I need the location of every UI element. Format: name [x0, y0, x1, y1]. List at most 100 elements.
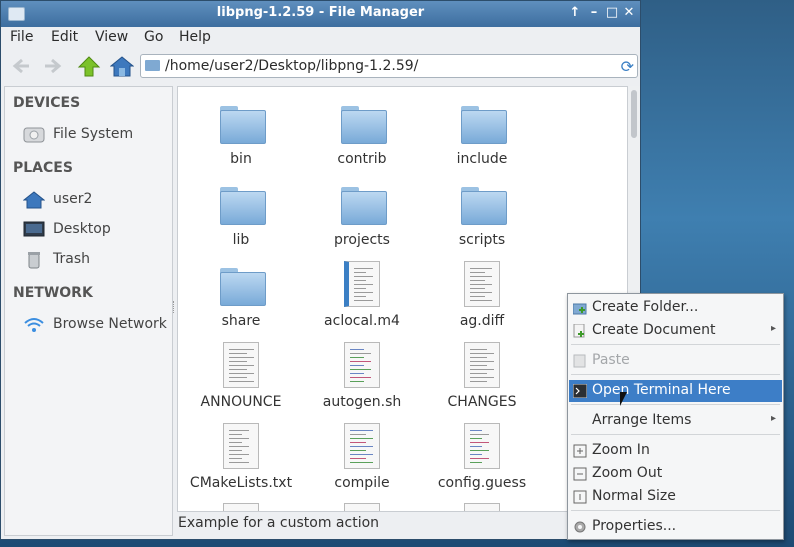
- submenu-arrow-icon: ▸: [770, 413, 776, 424]
- sidebar-item-user2[interactable]: user2: [22, 189, 171, 211]
- file-name: scripts: [458, 232, 506, 248]
- context-menu-label: Zoom Out: [592, 465, 663, 481]
- file-item[interactable]: autogen.sh: [302, 340, 422, 416]
- file-item[interactable]: CMakeLists.txt: [181, 421, 301, 497]
- context-menu-item-create-document[interactable]: Create Document ▸: [569, 320, 782, 342]
- folder-icon: [341, 187, 387, 225]
- menu-separator: [571, 510, 780, 511]
- menu-separator: [571, 434, 780, 435]
- text-file-icon: [344, 503, 380, 511]
- back-arrow-icon[interactable]: [9, 55, 33, 77]
- context-menu-item-arrange-items[interactable]: Arrange Items ▸: [569, 410, 782, 432]
- file-item[interactable]: CHANGES: [422, 340, 542, 416]
- text-file-icon: [464, 503, 500, 511]
- context-menu-label: Properties...: [592, 518, 677, 534]
- sidebar-item-file-system[interactable]: File System: [23, 124, 171, 146]
- window-maximize-button[interactable]: □: [604, 5, 620, 21]
- new-folder-icon: [572, 301, 587, 315]
- context-menu: Create Folder... Create Document ▸ Paste Ope…: [567, 293, 784, 540]
- file-item[interactable]: contrib: [302, 97, 422, 173]
- sidebar-heading-places: PLACES: [13, 160, 73, 176]
- folder-icon: [145, 60, 160, 71]
- file-view[interactable]: bin contrib include lib projects scripts share…: [177, 86, 628, 512]
- file-name: lib: [232, 232, 250, 248]
- submenu-arrow-icon: ▸: [770, 323, 776, 334]
- file-name: ag.diff: [459, 313, 505, 329]
- script-file-icon: [344, 423, 380, 469]
- mouse-pointer: [620, 392, 627, 406]
- menu-file[interactable]: File: [10, 29, 33, 45]
- menu-edit[interactable]: Edit: [51, 29, 78, 45]
- desktop-icon: [23, 221, 45, 239]
- file-name: include: [456, 151, 508, 167]
- location-path: /home/user2/Desktop/libpng-1.2.59/: [165, 58, 419, 74]
- reload-icon[interactable]: ⟳: [621, 57, 634, 76]
- status-text: Example for a custom action: [178, 515, 380, 531]
- file-item[interactable]: projects: [302, 178, 422, 254]
- location-bar[interactable]: /home/user2/Desktop/libpng-1.2.59/ ⟳: [140, 54, 638, 78]
- context-menu-item-paste[interactable]: Paste: [569, 350, 782, 372]
- trash-icon: [23, 251, 45, 269]
- sidebar-heading-network: NETWORK: [13, 285, 93, 301]
- context-menu-item-properties[interactable]: Properties...: [569, 516, 782, 538]
- file-item[interactable]: bin: [181, 97, 301, 173]
- text-file-icon: [223, 503, 259, 511]
- context-menu-label: Open Terminal Here: [592, 382, 731, 398]
- file-name: CMakeLists.txt: [189, 475, 293, 491]
- file-item[interactable]: compile: [302, 421, 422, 497]
- file-name: ANNOUNCE: [200, 394, 282, 410]
- folder-icon: [220, 268, 266, 306]
- context-menu-item-zoom-in[interactable]: Zoom In: [569, 440, 782, 462]
- menu-separator: [571, 404, 780, 405]
- folder-icon: [461, 187, 507, 225]
- normal-size-icon: [573, 490, 587, 504]
- menu-go[interactable]: Go: [144, 29, 163, 45]
- file-item[interactable]: ag.diff: [422, 259, 542, 335]
- wifi-icon: [23, 316, 45, 334]
- scrollbar-thumb[interactable]: [631, 90, 637, 138]
- menu-help[interactable]: Help: [179, 29, 211, 45]
- file-name: bin: [230, 151, 252, 167]
- file-manager-window: libpng-1.2.59 - File Manager ↑ – □ ✕ Fil…: [0, 0, 641, 540]
- file-item[interactable]: lib: [181, 178, 301, 254]
- paste-icon: [573, 354, 587, 368]
- context-menu-item-zoom-out[interactable]: Zoom Out: [569, 463, 782, 485]
- context-menu-item-normal-size[interactable]: Normal Size: [569, 486, 782, 508]
- file-name: compile: [334, 475, 390, 491]
- folder-icon: [341, 106, 387, 144]
- file-item[interactable]: ANNOUNCE: [181, 340, 301, 416]
- gear-icon: [573, 520, 587, 534]
- window-close-button[interactable]: ✕: [621, 5, 637, 21]
- sidebar-item-label: Desktop: [53, 221, 111, 237]
- file-item[interactable]: scripts: [422, 178, 542, 254]
- file-name: share: [221, 313, 261, 329]
- context-menu-label: Create Folder...: [592, 299, 699, 315]
- up-arrow-icon[interactable]: [77, 55, 101, 77]
- sidebar: DEVICES File System PLACES user2 Desktop…: [4, 86, 173, 536]
- context-menu-item-open-terminal-here[interactable]: Open Terminal Here: [569, 380, 782, 402]
- sidebar-item-desktop[interactable]: Desktop: [23, 219, 171, 241]
- file-item[interactable]: aclocal.m4: [302, 259, 422, 335]
- zoom-in-icon: [573, 444, 587, 458]
- file-item[interactable]: share: [181, 259, 301, 335]
- title-bar[interactable]: libpng-1.2.59 - File Manager ↑ – □ ✕: [1, 1, 640, 27]
- text-file-icon: [223, 342, 259, 388]
- folder-icon: [220, 106, 266, 144]
- menu-view[interactable]: View: [95, 29, 128, 45]
- window-minimize-button[interactable]: –: [586, 5, 602, 21]
- file-item[interactable]: include: [422, 97, 542, 173]
- text-file-icon: [344, 261, 380, 307]
- menu-separator: [571, 344, 780, 345]
- window-up-button[interactable]: ↑: [567, 5, 583, 21]
- forward-arrow-icon[interactable]: [41, 55, 65, 77]
- sidebar-item-trash[interactable]: Trash: [23, 249, 171, 271]
- context-menu-item-create-folder[interactable]: Create Folder...: [569, 297, 782, 319]
- file-item[interactable]: config.guess: [422, 421, 542, 497]
- home-icon[interactable]: [109, 55, 135, 77]
- new-document-icon: [573, 323, 587, 338]
- sidebar-item-browse-network[interactable]: Browse Network: [23, 314, 171, 336]
- window-title: libpng-1.2.59 - File Manager: [216, 5, 425, 20]
- sidebar-item-label: Browse Network: [53, 316, 167, 332]
- sidebar-heading-devices: DEVICES: [13, 95, 81, 111]
- script-file-icon: [344, 342, 380, 388]
